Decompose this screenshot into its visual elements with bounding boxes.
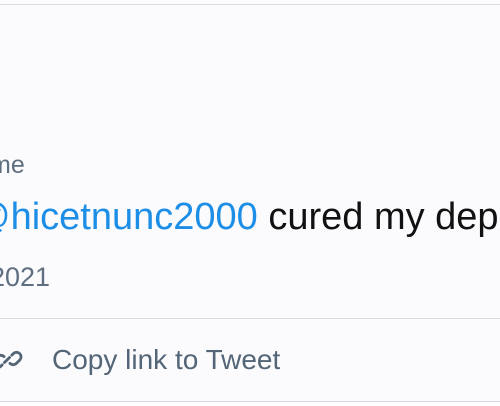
bottom-strip: [0, 402, 500, 406]
mention-link[interactable]: @hicetnunc2000: [0, 196, 258, 238]
tweet-date: 2021: [0, 262, 51, 292]
tweet-card: me @hicetnunc2000 cured my dep 2021 Copy…: [0, 0, 500, 406]
tweet-meta-top: me: [0, 151, 25, 179]
copy-link-to-tweet-button[interactable]: Copy link to Tweet: [0, 338, 280, 382]
tweet-body-text: cured my dep: [257, 196, 499, 238]
action-divider: [0, 318, 500, 319]
tweet-text: @hicetnunc2000 cured my dep: [0, 194, 499, 240]
copy-link-label: Copy link to Tweet: [52, 344, 281, 375]
link-icon: [0, 343, 24, 377]
top-divider: [0, 4, 500, 5]
